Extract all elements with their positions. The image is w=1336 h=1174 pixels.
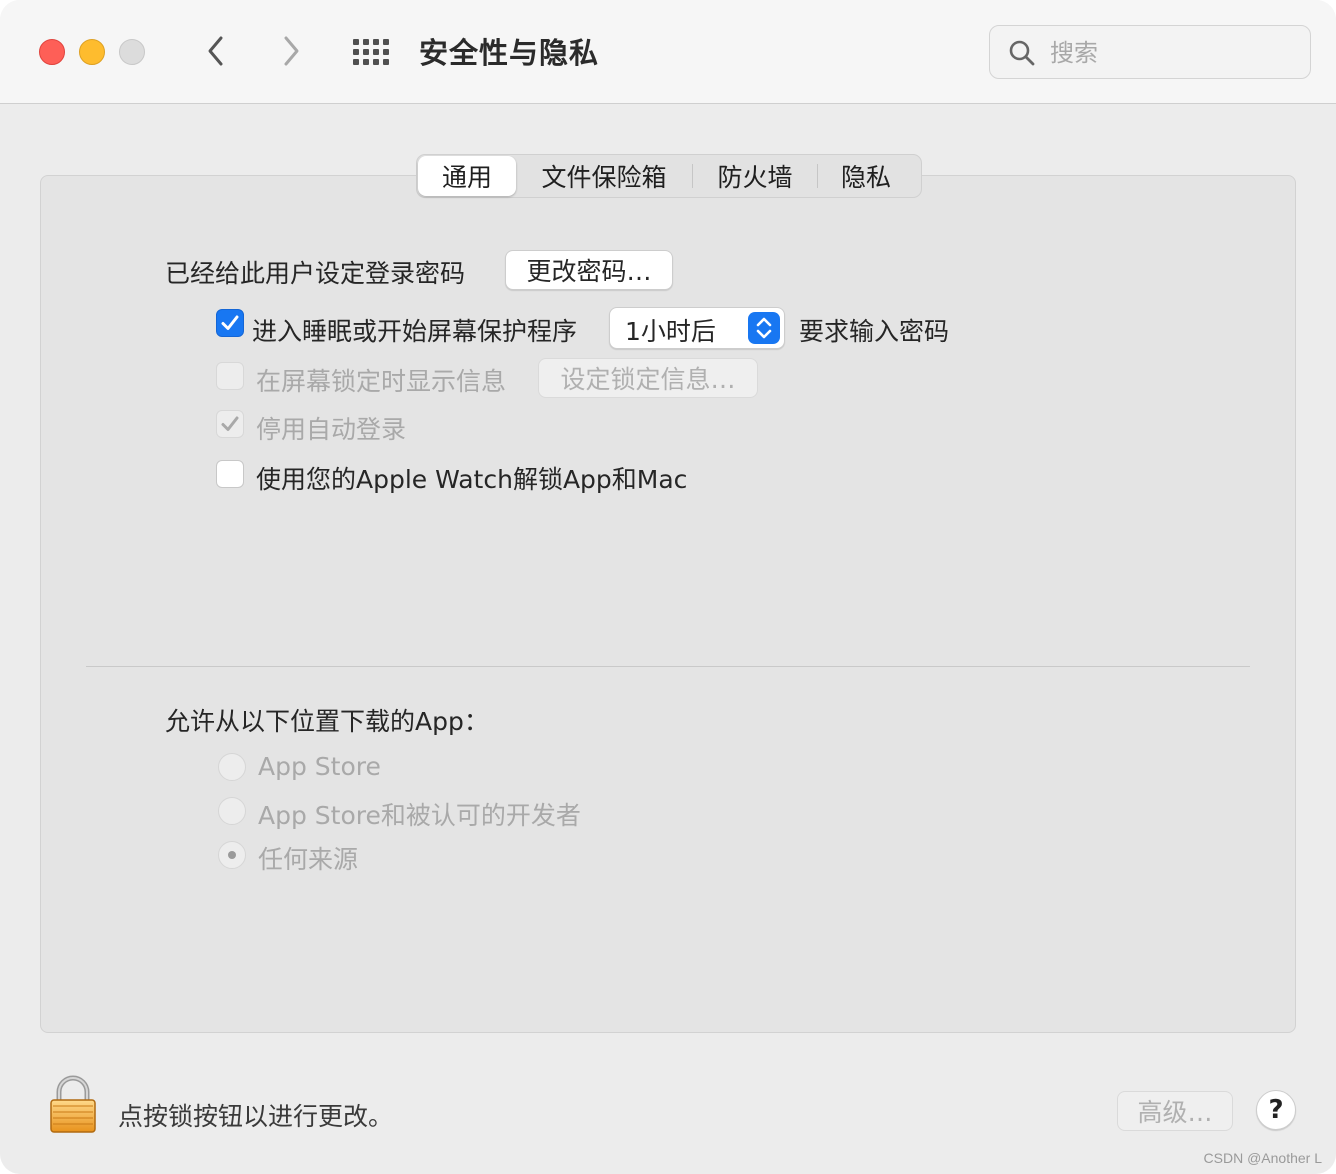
disable-auto-login-label: 停用自动登录 <box>256 415 407 444</box>
search-icon <box>1009 40 1035 66</box>
tab-firewall[interactable]: 防火墙 <box>693 156 817 196</box>
zoom-button[interactable] <box>119 39 145 65</box>
title-bar: 安全性与隐私 <box>0 0 1336 104</box>
password-set-label: 已经给此用户设定登录密码 <box>165 259 466 288</box>
disable-auto-login-checkbox[interactable] <box>216 410 244 438</box>
apple-watch-unlock-label: 使用您的Apple Watch解锁App和Mac <box>256 465 688 494</box>
lock-hint-text: 点按锁按钮以进行更改。 <box>118 1102 394 1131</box>
tab-privacy[interactable]: 隐私 <box>818 156 914 196</box>
lock-message-checkbox[interactable] <box>216 362 244 390</box>
checkmark-icon <box>221 416 239 431</box>
tab-filevault[interactable]: 文件保险箱 <box>516 156 692 196</box>
tab-bar: 通用 文件保险箱 防火墙 隐私 <box>416 154 922 198</box>
system-preferences-window: 安全性与隐私 通用 文件保险箱 防火墙 隐私 已经给此用户设定登录密码 更改密码… <box>0 0 1336 1174</box>
tab-general[interactable]: 通用 <box>418 156 516 196</box>
radio-app-store[interactable] <box>218 753 246 781</box>
radio-anywhere[interactable] <box>218 841 246 869</box>
password-delay-popup[interactable]: 1小时后 <box>609 307 785 349</box>
watermark: CSDN @Another L <box>1203 1150 1322 1166</box>
content-panel <box>40 175 1296 1033</box>
lock-message-label: 在屏幕锁定时显示信息 <box>256 367 507 396</box>
set-lock-message-button[interactable]: 设定锁定信息… <box>538 358 758 398</box>
require-password-suffix: 要求输入密码 <box>799 317 950 346</box>
allow-downloads-heading: 允许从以下位置下载的App： <box>165 707 489 736</box>
search-input[interactable] <box>1050 36 1290 70</box>
show-all-grid-icon[interactable] <box>353 39 391 65</box>
popup-chevron-icon <box>748 312 780 344</box>
radio-selected-dot <box>228 851 236 859</box>
password-delay-value: 1小时后 <box>625 317 716 346</box>
forward-arrow-icon[interactable] <box>278 33 304 69</box>
radio-identified-developers[interactable] <box>218 797 246 825</box>
close-button[interactable] <box>39 39 65 65</box>
minimize-button[interactable] <box>79 39 105 65</box>
advanced-button[interactable]: 高级… <box>1117 1091 1233 1131</box>
radio-app-store-label: App Store <box>258 752 381 781</box>
require-password-label: 进入睡眠或开始屏幕保护程序 <box>252 317 578 346</box>
checkmark-icon <box>221 315 239 330</box>
search-field[interactable] <box>989 25 1311 79</box>
require-password-checkbox[interactable] <box>216 309 244 337</box>
window-title: 安全性与隐私 <box>419 36 600 70</box>
section-divider <box>86 666 1250 667</box>
padlock-icon[interactable] <box>48 1075 98 1135</box>
apple-watch-unlock-checkbox[interactable] <box>216 460 244 488</box>
help-button[interactable]: ? <box>1256 1090 1296 1130</box>
radio-anywhere-label: 任何来源 <box>258 845 359 874</box>
change-password-button[interactable]: 更改密码… <box>505 250 673 290</box>
back-arrow-icon[interactable] <box>203 33 229 69</box>
radio-identified-developers-label: App Store和被认可的开发者 <box>258 801 581 830</box>
